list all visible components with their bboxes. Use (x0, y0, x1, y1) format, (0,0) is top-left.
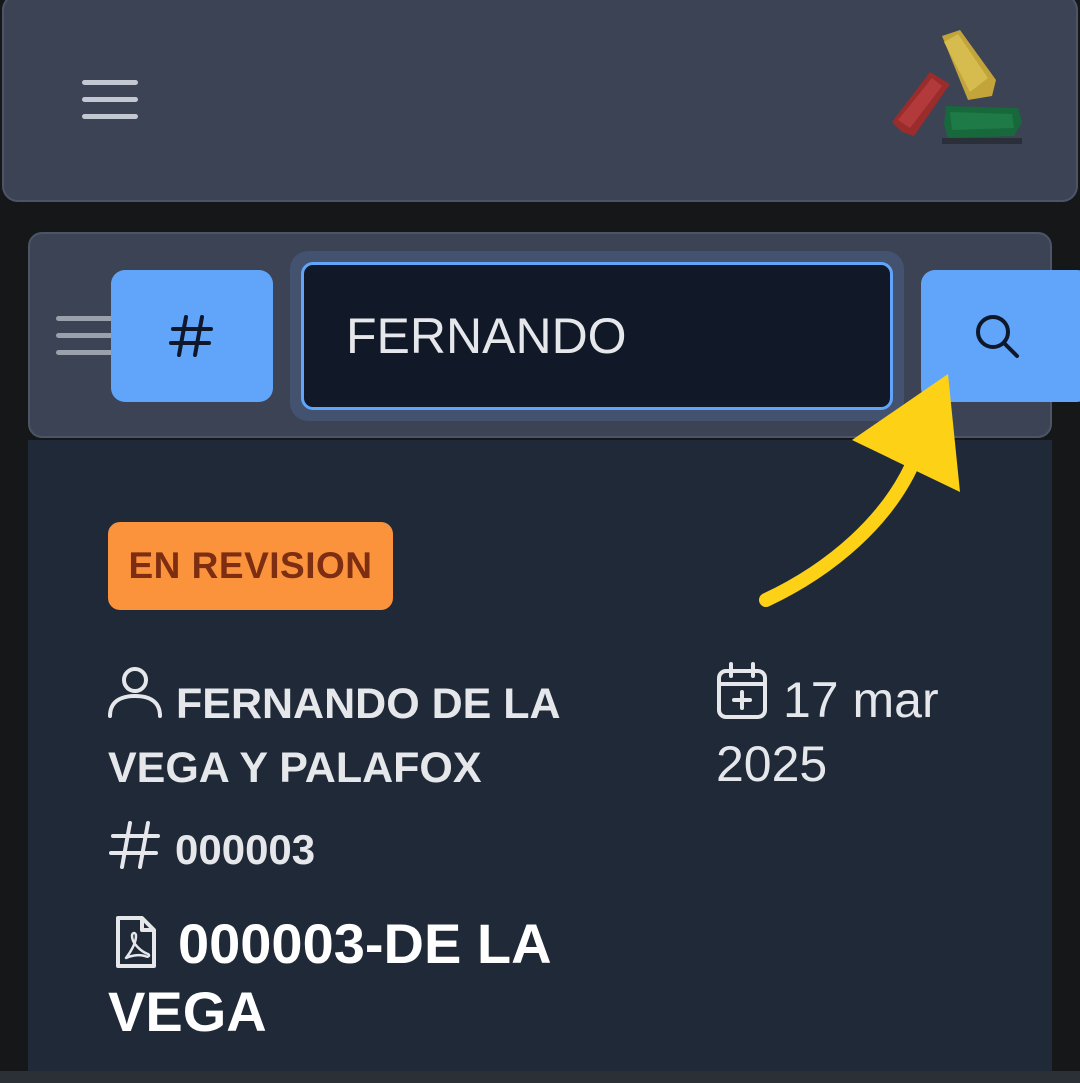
client-name: FERNANDO DE LA VEGA Y PALAFOX (108, 680, 560, 792)
brand-logo (892, 30, 1022, 144)
date-text: 17 mar 2025 (716, 672, 939, 792)
search-icon (976, 315, 1019, 358)
folio-number: 000003 (175, 826, 316, 873)
status-badge: EN REVISION (108, 522, 393, 610)
hamburger-menu-icon[interactable] (82, 78, 138, 122)
logo-green-stroke (944, 106, 1022, 138)
bottom-edge (0, 1071, 1080, 1083)
hash-icon (109, 821, 160, 869)
logo-yellow-stroke (942, 30, 996, 100)
document-name-link[interactable]: 000003-DE LA VEGA (108, 910, 668, 1046)
hash-icon (169, 315, 213, 357)
search-by-number-button[interactable] (111, 270, 273, 402)
curved-arrow-icon (759, 374, 960, 607)
hamburger-menu-icon[interactable] (56, 316, 114, 356)
logo-red-stroke (892, 72, 950, 136)
